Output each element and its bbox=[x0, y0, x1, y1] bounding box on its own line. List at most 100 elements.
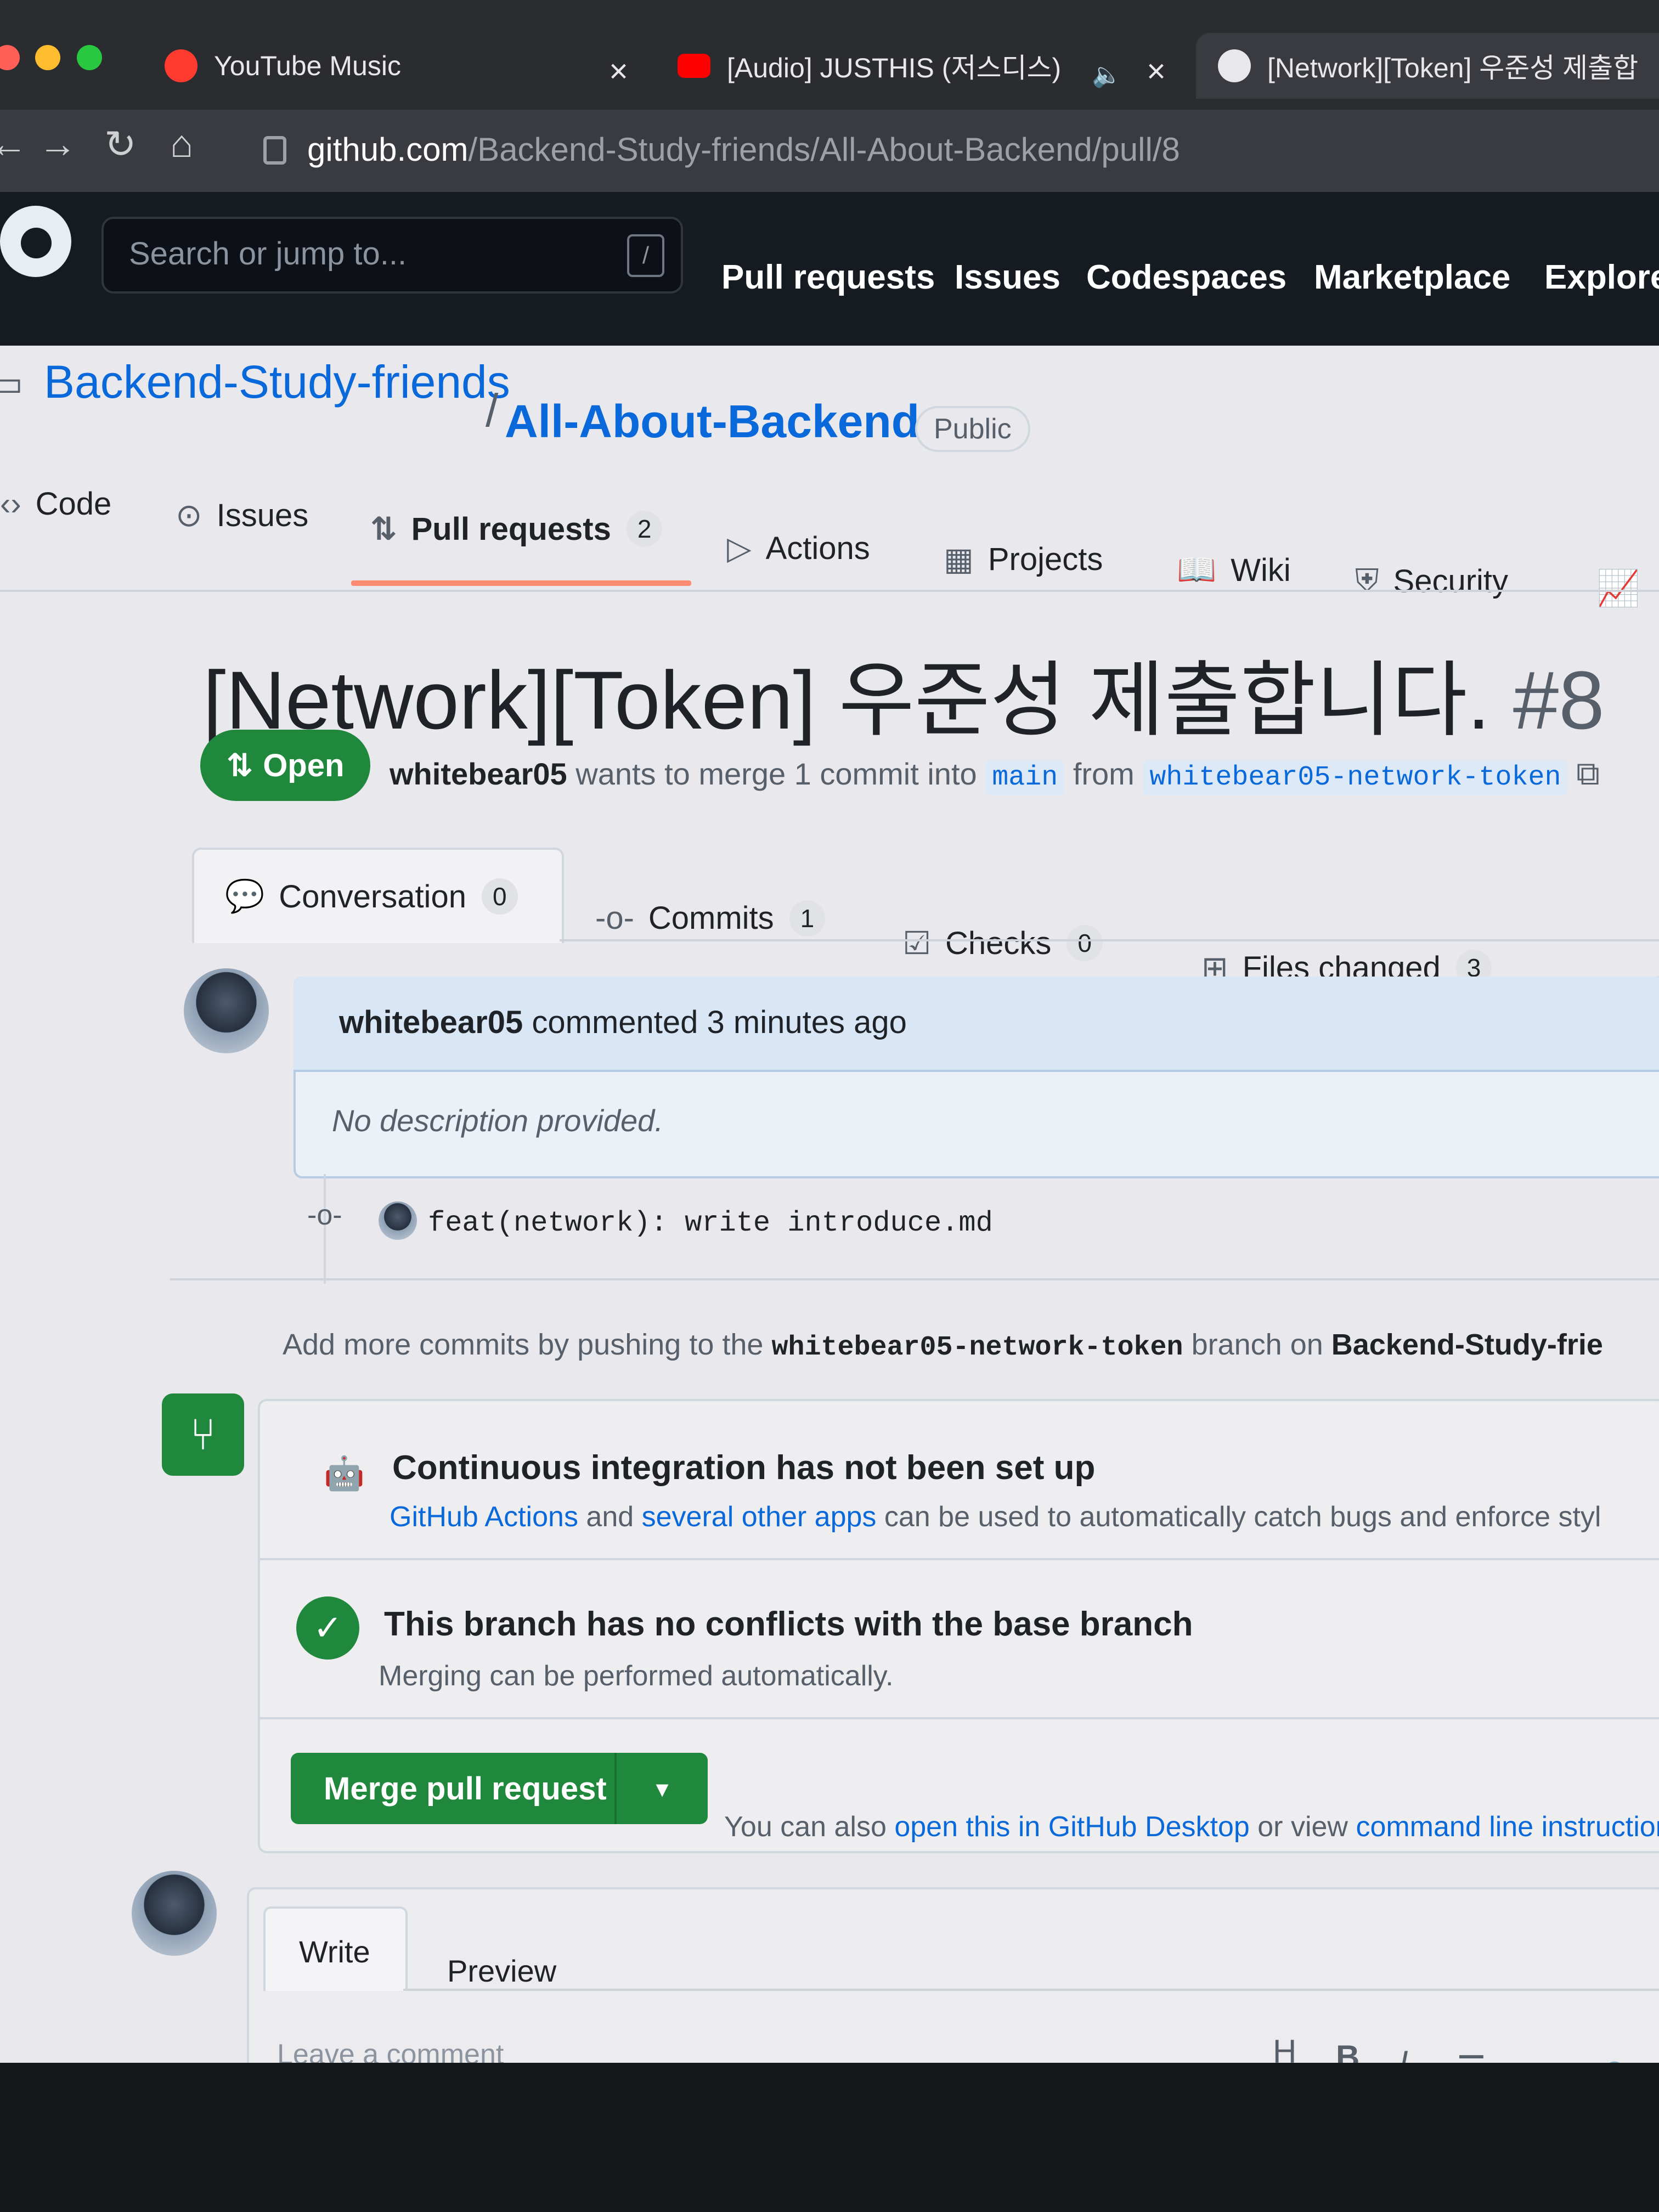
tab-commits[interactable]: -o- Commits 1 bbox=[595, 900, 826, 936]
checklist-icon: ☑ bbox=[902, 926, 931, 961]
back-icon[interactable]: ← bbox=[0, 122, 27, 166]
from-word: from bbox=[1073, 757, 1135, 791]
tab-security-label: Security bbox=[1393, 563, 1509, 599]
merge-pull-request-button[interactable]: Merge pull request ▾ bbox=[291, 1753, 708, 1824]
tab-actions-label: Actions bbox=[765, 530, 870, 566]
home-icon[interactable]: ⌂ bbox=[170, 122, 193, 166]
repo-tabs-divider bbox=[0, 590, 1659, 592]
play-icon: ▷ bbox=[727, 531, 752, 566]
close-tab-icon[interactable]: × bbox=[609, 52, 628, 90]
commit-icon: -o- bbox=[307, 1199, 342, 1231]
ci-rest: can be used to automatically catch bugs … bbox=[884, 1501, 1601, 1533]
tab-preview[interactable]: Preview bbox=[447, 1953, 556, 1989]
insights-graph-icon[interactable]: 📈 bbox=[1596, 568, 1640, 609]
tab-conversation-label: Conversation bbox=[279, 878, 466, 915]
tab-checks[interactable]: ☑ Checks 0 bbox=[902, 924, 1103, 962]
nav-issues[interactable]: Issues bbox=[955, 258, 1060, 297]
merge-box-divider bbox=[258, 1558, 1659, 1560]
nav-marketplace[interactable]: Marketplace bbox=[1314, 258, 1510, 297]
tab-checks-label: Checks bbox=[945, 925, 1052, 961]
comment-author-link[interactable]: whitebear05 bbox=[339, 1005, 523, 1040]
base-branch[interactable]: main bbox=[985, 760, 1065, 795]
url-field[interactable]: github.com/Backend-Study-friends/All-Abo… bbox=[307, 131, 1180, 168]
tab-projects[interactable]: ▦ Projects bbox=[944, 540, 1103, 578]
minimize-window-button[interactable] bbox=[35, 45, 60, 70]
pr-title-text: [Network][Token] 우준성 제출합니다. bbox=[203, 654, 1491, 746]
tab-label: [Network][Token] 우준성 제출합 bbox=[1267, 53, 1639, 83]
tab-code-label: Code bbox=[35, 486, 112, 522]
youtube-music-icon bbox=[165, 49, 198, 82]
commit-icon: -o- bbox=[595, 900, 634, 936]
youtube-icon bbox=[678, 54, 710, 78]
status-badge-label: Open bbox=[263, 747, 345, 783]
reload-icon[interactable]: ↻ bbox=[104, 122, 137, 167]
close-tab-icon[interactable]: × bbox=[1147, 52, 1166, 90]
avatar[interactable] bbox=[379, 1201, 417, 1240]
ci-description: GitHub Actions and several other apps ca… bbox=[390, 1500, 1601, 1533]
repo-name-link[interactable]: All-About-Backend bbox=[505, 395, 919, 448]
laptop-bezel bbox=[0, 2063, 1659, 2212]
comment-time: commented 3 minutes ago bbox=[532, 1005, 907, 1040]
github-actions-link[interactable]: GitHub Actions bbox=[390, 1501, 578, 1533]
pr-author[interactable]: whitebear05 bbox=[390, 757, 567, 791]
also-mid: or view bbox=[1257, 1811, 1348, 1843]
no-conflicts-subtitle: Merging can be performed automatically. bbox=[379, 1660, 894, 1692]
repo-icon: ▭ bbox=[0, 363, 24, 403]
add-commits-branch: whitebear05-network-token bbox=[771, 1332, 1183, 1363]
also-prefix: You can also bbox=[724, 1811, 887, 1843]
book-icon: 📖 bbox=[1177, 552, 1217, 588]
tab-pull-requests-label: Pull requests bbox=[411, 511, 611, 547]
chevron-down-icon[interactable]: ▾ bbox=[617, 1774, 708, 1803]
merge-text: wants to merge 1 commit into bbox=[575, 757, 977, 791]
avatar[interactable] bbox=[184, 968, 269, 1053]
merge-button-label: Merge pull request bbox=[324, 1770, 607, 1807]
tab-issues[interactable]: ⊙ Issues bbox=[176, 496, 308, 534]
checks-count: 0 bbox=[1066, 925, 1103, 961]
nav-pull-requests[interactable]: Pull requests bbox=[721, 258, 935, 297]
ci-title: Continuous integration has not been set … bbox=[392, 1449, 1096, 1487]
repo-owner-link[interactable]: Backend-Study-friends bbox=[44, 356, 510, 409]
url-path: /Backend-Study-friends/All-About-Backend… bbox=[468, 131, 1180, 168]
copy-icon[interactable]: ⧉ bbox=[1576, 755, 1600, 792]
tab-write[interactable]: Write bbox=[299, 1934, 370, 1970]
git-merge-icon: ⑂ bbox=[162, 1393, 244, 1476]
head-branch[interactable]: whitebear05-network-token bbox=[1143, 760, 1568, 795]
lock-icon bbox=[263, 136, 286, 165]
add-commits-note: Add more commits by pushing to the white… bbox=[283, 1328, 1603, 1363]
browser-tab-youtube-music[interactable]: YouTube Music bbox=[165, 33, 653, 99]
pull-requests-count: 2 bbox=[626, 511, 663, 547]
maximize-window-button[interactable] bbox=[77, 45, 102, 70]
search-input[interactable]: Search or jump to... / bbox=[101, 217, 683, 294]
nav-explore[interactable]: Explore bbox=[1544, 258, 1659, 297]
commit-message[interactable]: feat(network): write introduce.md bbox=[428, 1207, 993, 1239]
avatar[interactable] bbox=[132, 1871, 217, 1956]
search-placeholder: Search or jump to... bbox=[129, 236, 407, 272]
shield-icon: ⛨ bbox=[1355, 563, 1379, 599]
nav-codespaces[interactable]: Codespaces bbox=[1086, 258, 1286, 297]
browser-tab-pr[interactable]: [Network][Token] 우준성 제출합 bbox=[1196, 33, 1659, 99]
command-line-link[interactable]: command line instructions bbox=[1356, 1811, 1659, 1843]
pr-tabs-divider bbox=[560, 939, 1659, 941]
tab-conversation[interactable]: 💬 Conversation 0 bbox=[225, 878, 518, 915]
merge-summary: whitebear05 wants to merge 1 commit into… bbox=[390, 754, 1600, 795]
other-apps-link[interactable]: several other apps bbox=[642, 1501, 877, 1533]
tab-actions[interactable]: ▷ Actions bbox=[727, 529, 870, 567]
merge-alternatives: You can also open this in GitHub Desktop… bbox=[724, 1810, 1659, 1843]
tab-wiki[interactable]: 📖 Wiki bbox=[1177, 551, 1291, 589]
pull-request-icon: ⇅ bbox=[370, 511, 397, 547]
github-icon bbox=[1218, 49, 1251, 82]
tab-code[interactable]: ‹› Code bbox=[0, 486, 111, 522]
tab-projects-label: Projects bbox=[988, 541, 1103, 577]
table-icon: ▦ bbox=[944, 541, 974, 577]
forward-icon[interactable]: → bbox=[38, 122, 77, 166]
speaker-icon[interactable]: 🔈 bbox=[1092, 60, 1122, 89]
tab-security[interactable]: ⛨ Security bbox=[1355, 562, 1508, 600]
tab-wiki-label: Wiki bbox=[1231, 552, 1291, 588]
github-desktop-link[interactable]: open this in GitHub Desktop bbox=[894, 1811, 1249, 1843]
github-logo-icon[interactable] bbox=[0, 206, 71, 277]
check-icon: ✓ bbox=[296, 1596, 359, 1660]
search-shortcut-key: / bbox=[627, 234, 664, 277]
visibility-badge: Public bbox=[915, 406, 1030, 452]
tab-pull-requests[interactable]: ⇅ Pull requests 2 bbox=[370, 510, 663, 548]
add-commits-repo: Backend-Study-frie bbox=[1331, 1328, 1603, 1361]
